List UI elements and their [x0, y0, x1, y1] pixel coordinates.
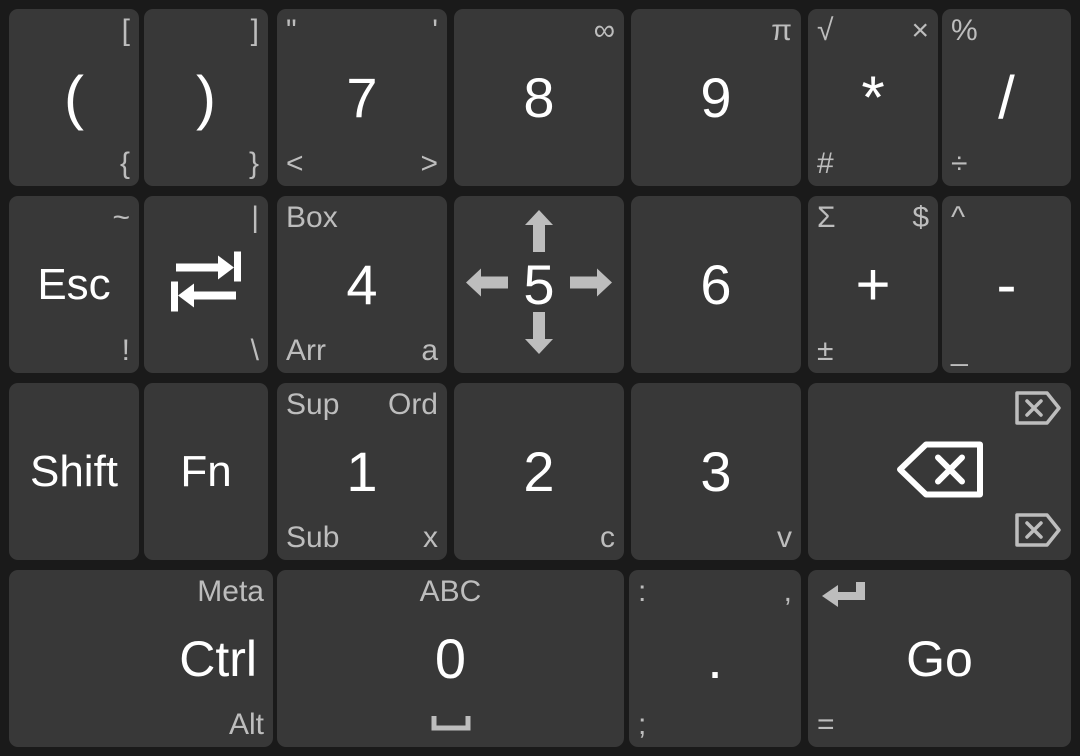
underscore-icon: _ — [951, 334, 968, 367]
key-label-secondary: ∞ — [593, 14, 615, 47]
key-label-secondary: [ — [121, 14, 130, 47]
arrow-right-icon[interactable] — [570, 267, 612, 302]
sigma-icon: Σ — [817, 201, 836, 234]
key-label-primary: 5 — [523, 252, 555, 316]
key-digit-3[interactable]: 3 v — [631, 383, 801, 560]
key-label-secondary: Sub — [286, 521, 340, 554]
equals-icon: = — [817, 708, 835, 741]
key-label-secondary: Arr — [286, 334, 326, 367]
key-escape[interactable]: ~ Esc ! — [9, 196, 139, 373]
key-label-secondary: a — [421, 334, 438, 367]
semicolon-icon: ; — [638, 708, 647, 741]
key-label-primary: / — [998, 63, 1015, 131]
key-label-primary: 0 — [434, 626, 467, 690]
key-digit-1[interactable]: Sup Ord 1 Sub x — [277, 383, 447, 560]
multiply-icon: × — [911, 14, 929, 47]
key-label-secondary: ABC — [419, 575, 482, 608]
key-label-secondary: v — [777, 521, 792, 554]
key-label-primary: 1 — [346, 439, 378, 503]
backspace-icon — [896, 440, 984, 503]
key-paren-open[interactable]: [ ( { — [9, 9, 139, 186]
key-backspace[interactable] — [808, 383, 1071, 560]
key-label-secondary: Meta — [197, 575, 264, 608]
key-label-secondary: Alt — [228, 708, 264, 741]
key-digit-2[interactable]: 2 c — [454, 383, 624, 560]
key-digit-5[interactable]: 5 — [454, 196, 624, 373]
key-slash[interactable]: % / ÷ — [942, 9, 1071, 186]
caret-icon: ^ — [951, 201, 966, 234]
delete-forward-icon[interactable] — [1015, 513, 1061, 552]
key-label-secondary: Box — [286, 201, 338, 234]
key-label-primary: Go — [906, 630, 973, 687]
key-label-secondary: \ — [250, 334, 259, 367]
key-digit-0[interactable]: ABC 0 — [277, 570, 624, 747]
key-label-primary: Shift — [29, 446, 119, 496]
key-label-secondary: ] — [250, 14, 259, 47]
key-label-secondary: | — [251, 201, 259, 234]
key-label-secondary: { — [119, 147, 130, 180]
key-label-primary: 2 — [523, 439, 555, 503]
arrow-left-icon[interactable] — [466, 267, 508, 302]
key-tab[interactable]: | \ — [144, 196, 268, 373]
delete-forward-icon[interactable] — [1015, 391, 1061, 430]
key-minus[interactable]: ^ - _ — [942, 196, 1071, 373]
key-label-primary: * — [861, 63, 885, 131]
tab-icon — [168, 251, 244, 318]
key-label-primary: 9 — [700, 65, 732, 129]
key-label-primary: + — [855, 250, 891, 318]
key-label-secondary: > — [420, 147, 438, 180]
key-function[interactable]: Fn — [144, 383, 268, 560]
divide-icon: ÷ — [951, 147, 968, 180]
virtual-keypad: [ ( { ] ) } " ' 7 < > ∞ 8 π 9 √ × * # % … — [0, 0, 1080, 756]
key-label-secondary: Sup — [286, 388, 340, 421]
key-paren-close[interactable]: ] ) } — [144, 9, 268, 186]
key-digit-6[interactable]: 6 — [631, 196, 801, 373]
key-label-primary: - — [996, 250, 1017, 318]
key-label-secondary: Ord — [387, 388, 438, 421]
key-label-primary: Ctrl — [179, 630, 257, 687]
key-asterisk[interactable]: √ × * # — [808, 9, 938, 186]
key-label-secondary: < — [286, 147, 304, 180]
key-label-primary: ( — [64, 63, 84, 131]
key-label-primary: Fn — [180, 446, 232, 496]
key-label-primary: 7 — [346, 65, 378, 129]
space-icon — [431, 714, 471, 737]
key-label-secondary: # — [817, 147, 834, 180]
key-label-secondary: ~ — [112, 201, 130, 234]
key-label-primary: 6 — [700, 252, 732, 316]
key-label-secondary: } — [248, 147, 259, 180]
plus-minus-icon: ± — [817, 334, 834, 367]
key-label-primary: 4 — [346, 252, 378, 316]
comma-icon: , — [783, 575, 792, 608]
key-label-primary: Esc — [37, 259, 111, 309]
key-digit-4[interactable]: Box 4 Arr a — [277, 196, 447, 373]
key-digit-7[interactable]: " ' 7 < > — [277, 9, 447, 186]
key-label-secondary: c — [600, 521, 615, 554]
arrow-down-icon[interactable] — [524, 312, 554, 359]
key-label-secondary: x — [423, 521, 438, 554]
key-label-primary: ) — [196, 63, 216, 131]
key-label-primary: 8 — [523, 65, 555, 129]
dollar-icon: $ — [912, 201, 929, 234]
key-label-secondary: " — [286, 14, 297, 47]
key-plus[interactable]: Σ $ + ± — [808, 196, 938, 373]
key-digit-8[interactable]: ∞ 8 — [454, 9, 624, 186]
key-label-primary: . — [707, 626, 723, 690]
colon-icon: : — [638, 575, 647, 608]
key-go[interactable]: Go = — [808, 570, 1071, 747]
key-label-primary: 3 — [700, 439, 732, 503]
key-period[interactable]: : , . ; — [629, 570, 801, 747]
arrow-up-icon[interactable] — [524, 210, 554, 257]
key-label-secondary: ! — [121, 334, 130, 367]
percent-icon: % — [951, 14, 978, 47]
key-label-secondary: π — [771, 14, 792, 47]
key-digit-9[interactable]: π 9 — [631, 9, 801, 186]
sqrt-icon: √ — [817, 14, 834, 47]
key-label-secondary: ' — [432, 14, 438, 47]
enter-icon — [820, 580, 868, 617]
key-shift[interactable]: Shift — [9, 383, 139, 560]
key-control[interactable]: Meta Ctrl Alt — [9, 570, 273, 747]
